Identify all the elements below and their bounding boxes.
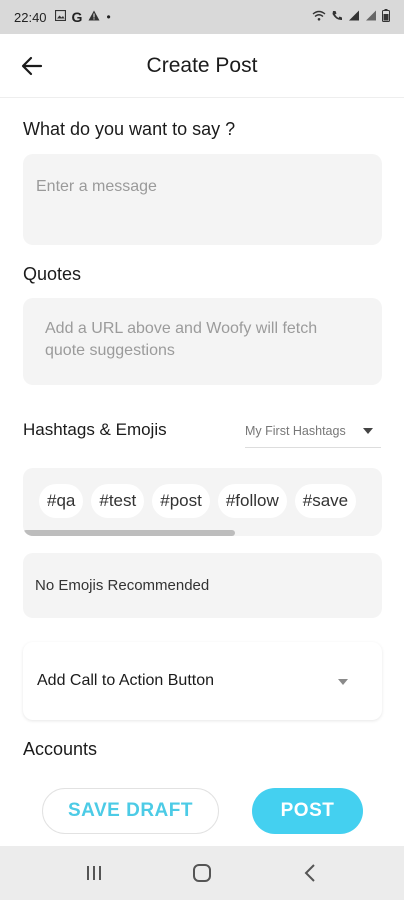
page-title: Create Post (146, 53, 258, 77)
hashtag-scroll-thumb[interactable] (23, 530, 235, 536)
cta-label: Add Call to Action Button (37, 672, 214, 689)
message-label: What do you want to say ? (23, 119, 236, 139)
signal-icon (348, 10, 360, 24)
signal-icon (365, 10, 377, 24)
post-button[interactable]: POST (252, 788, 363, 834)
message-input[interactable] (23, 154, 382, 220)
recents-button[interactable] (74, 853, 114, 893)
message-field-container (23, 154, 382, 245)
home-icon (193, 864, 211, 882)
gallery-icon (54, 9, 66, 24)
emoji-empty-text: No Emojis Recommended (35, 577, 210, 594)
quotes-hint: Add a URL above and Woofy will fetch quo… (45, 320, 318, 359)
hashtag-chip[interactable]: #follow (217, 484, 287, 518)
hashtag-chips-container[interactable]: #qa #test #post #follow #save (23, 468, 382, 536)
back-button[interactable] (18, 52, 46, 80)
hashtag-chips: #qa #test #post #follow #save (39, 484, 357, 518)
hashtag-set-value: My First Hashtags (245, 423, 346, 438)
back-nav-button[interactable] (290, 853, 330, 893)
wifi-icon (312, 10, 326, 24)
recents-icon (87, 866, 101, 880)
quotes-label: Quotes (23, 264, 82, 284)
status-bar: 22:40 G • (0, 0, 404, 34)
status-time: 22:40 (14, 9, 47, 25)
hashtags-label: Hashtags & Emojis (23, 420, 167, 439)
hashtag-scrollbar[interactable] (23, 530, 382, 536)
hashtag-chip[interactable]: #qa (39, 484, 84, 518)
chevron-down-icon (338, 674, 348, 688)
home-button[interactable] (182, 853, 222, 893)
chevron-left-icon (304, 864, 315, 882)
emoji-recommendations: No Emojis Recommended (23, 553, 382, 618)
dot-icon: • (106, 10, 111, 24)
save-draft-button[interactable]: SAVE DRAFT (42, 788, 219, 834)
app-bar: Create Post (0, 34, 404, 98)
cta-dropdown[interactable]: Add Call to Action Button (23, 642, 382, 720)
hashtag-set-dropdown[interactable]: My First Hashtags (245, 414, 381, 448)
warning-icon (88, 10, 100, 24)
system-nav-bar (0, 846, 404, 900)
google-icon: G (71, 9, 83, 25)
call-icon (331, 10, 343, 24)
accounts-label: Accounts (23, 739, 98, 759)
arrow-left-icon (21, 56, 43, 76)
quotes-box: Add a URL above and Woofy will fetch quo… (23, 298, 382, 385)
caret-down-icon (363, 427, 373, 434)
battery-icon (382, 9, 390, 25)
hashtag-chip[interactable]: #post (152, 484, 210, 518)
hashtag-chip[interactable]: #save (294, 484, 357, 518)
hashtag-chip[interactable]: #test (91, 484, 145, 518)
